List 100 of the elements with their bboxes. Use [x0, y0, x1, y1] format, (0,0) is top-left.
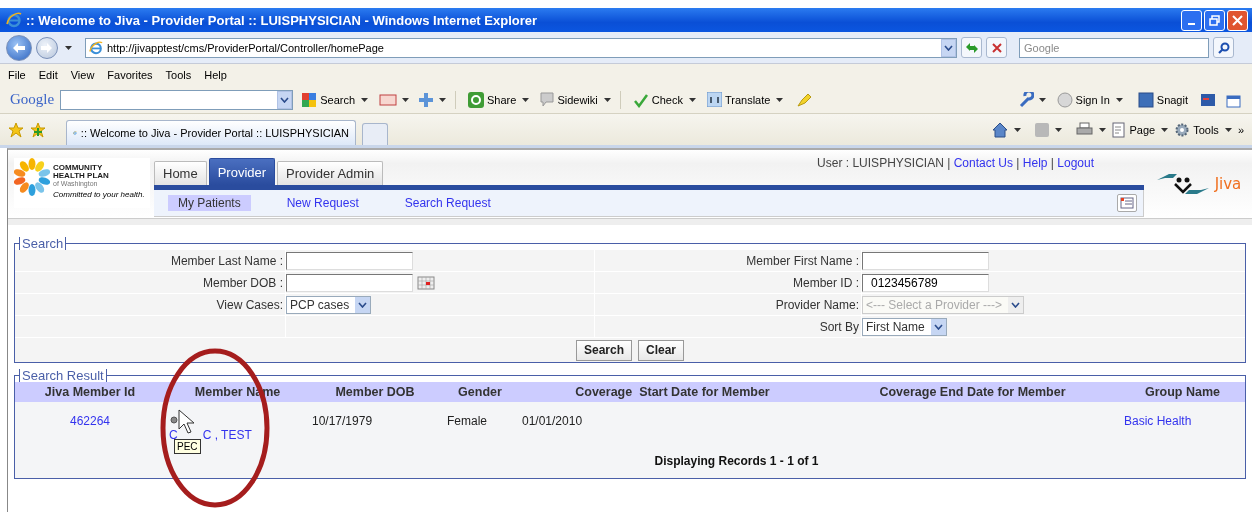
minimize-button[interactable]	[1181, 9, 1202, 31]
menu-item[interactable]: Tools	[165, 69, 192, 81]
speech-bubble-icon	[540, 92, 555, 107]
window-icon	[1200, 91, 1216, 108]
chevron-icon	[944, 44, 953, 51]
toolbar-button[interactable]: Check	[651, 93, 683, 106]
calendar-list-button[interactable]	[1117, 194, 1137, 212]
add-favorite-icon[interactable]	[30, 121, 46, 138]
caret-icon	[603, 97, 611, 102]
text-field[interactable]: 0123456789	[862, 273, 989, 292]
menu-item[interactable]: Edit	[38, 69, 58, 81]
minimize-icon	[1188, 23, 1195, 25]
column-header: Coverage Start Date for Member	[520, 382, 825, 402]
table-cell: Female	[447, 414, 487, 428]
google-logo: Google	[10, 91, 55, 108]
header-link[interactable]: Logout	[1057, 156, 1094, 170]
dropdown[interactable]: First Name	[862, 317, 947, 336]
refresh-button[interactable]	[961, 37, 982, 58]
address-field[interactable]: http://jivapptest/cms/ProviderPortal/Controller/homePage	[85, 37, 957, 58]
logo-text: COMMUNITY	[53, 164, 104, 172]
logo-text: HEALTH PLAN	[53, 172, 110, 180]
jiva-logo-text: Jiva	[1214, 175, 1242, 193]
caret-icon	[688, 97, 696, 102]
pagination-text: Displaying Records 1 - 1 of 1	[654, 454, 819, 468]
stop-button[interactable]	[986, 37, 1007, 58]
header-link[interactable]: Contact Us	[953, 156, 1013, 170]
subnav-link[interactable]: Search Request	[394, 195, 501, 211]
chevron-icon	[280, 96, 290, 103]
page-menu-button[interactable]: Page	[1129, 123, 1156, 136]
highlighter-icon	[796, 91, 813, 108]
chevron-icon	[933, 323, 943, 330]
dropdown[interactable]: PCP cases	[286, 295, 372, 314]
logo-tagline: Committed to your health.	[53, 191, 145, 199]
forward-button[interactable]	[36, 36, 58, 59]
home-icon[interactable]	[992, 121, 1009, 138]
menu-item[interactable]: File	[8, 69, 26, 81]
separator-text: |	[947, 156, 951, 170]
history-caret-icon	[65, 45, 72, 50]
nav-tab[interactable]: Provider Admin	[277, 161, 384, 185]
toolbar-button[interactable]: Search	[320, 93, 356, 106]
caret-icon	[1161, 127, 1169, 132]
table-cell: 10/17/1979	[312, 414, 373, 428]
toolbar-button[interactable]: Snagit	[1156, 93, 1188, 106]
menu-item[interactable]: Help	[204, 69, 227, 81]
caret-icon	[776, 97, 784, 102]
search-field[interactable]: Google	[1019, 37, 1209, 58]
member-name-link[interactable]: C	[169, 428, 178, 442]
toolbar-button[interactable]: Sidewiki	[557, 93, 598, 106]
menu-item[interactable]: View	[70, 69, 95, 81]
close-button[interactable]	[1227, 9, 1248, 31]
restore-button[interactable]	[1204, 9, 1225, 31]
toolbar-search-field[interactable]	[60, 89, 294, 110]
favorites-star-icon[interactable]	[8, 121, 24, 138]
separator-text: |	[1016, 156, 1020, 170]
column-header: Group Name	[1120, 382, 1245, 402]
chevron-icon	[358, 301, 368, 308]
chevron-icon	[1011, 301, 1021, 308]
column-header: Gender	[440, 382, 520, 402]
toolbar-button[interactable]: Share	[487, 93, 517, 106]
caret-icon	[1115, 97, 1123, 102]
caret-icon	[361, 97, 369, 102]
printer-icon[interactable]	[1076, 122, 1094, 137]
search-icon	[301, 91, 318, 108]
form-button[interactable]: Clear	[638, 339, 685, 361]
tools-menu-button[interactable]: Tools	[1193, 123, 1219, 136]
dot-icon	[170, 416, 178, 424]
sign-in-button[interactable]: Sign In	[1075, 93, 1110, 106]
caret-icon	[1055, 127, 1063, 132]
window-title: :: Welcome to Jiva - Provider Portal :: LUISPHYSICIAN - Windows Internet Explorer	[26, 12, 539, 28]
header-link[interactable]: Help	[1022, 156, 1048, 170]
plus-icon	[418, 91, 435, 108]
browser-tab[interactable]: :: Welcome to Jiva - Provider Portal :: LUISPHYSICIAN	[66, 120, 356, 145]
text-field[interactable]	[862, 251, 989, 270]
menu-item[interactable]: Favorites	[107, 69, 153, 81]
separator-text: |	[1050, 156, 1054, 170]
form-button[interactable]: Search	[575, 339, 632, 361]
more-button[interactable]: »	[1237, 123, 1244, 136]
group-link[interactable]: Basic Health	[1124, 414, 1192, 428]
field-label: View Cases:	[216, 297, 283, 312]
caret-icon	[1014, 127, 1022, 132]
text-field[interactable]	[286, 251, 413, 270]
wrench-icon	[1017, 91, 1034, 108]
date-field[interactable]	[286, 273, 413, 292]
search-button[interactable]	[1213, 37, 1234, 58]
calendar-icon[interactable]	[417, 275, 435, 290]
toolbar-button[interactable]: Translate	[724, 93, 771, 106]
caret-icon	[439, 97, 447, 102]
forward-arrow-icon	[41, 42, 53, 53]
member-id-link[interactable]: 462264	[69, 414, 110, 428]
field-label: Member DOB :	[203, 275, 283, 290]
nav-tab[interactable]: Provider	[208, 158, 276, 185]
back-button[interactable]	[6, 34, 32, 61]
nav-tab[interactable]: Home	[154, 161, 207, 185]
column-header: Jiva Member Id	[15, 382, 165, 402]
subnav-link[interactable]: New Request	[276, 195, 369, 211]
member-name-link[interactable]: C , TEST	[202, 428, 252, 442]
field-label: Sort By	[819, 319, 859, 334]
subnav-link[interactable]: My Patients	[168, 195, 251, 211]
column-header: Member DOB	[310, 382, 440, 402]
share-icon	[468, 91, 485, 108]
